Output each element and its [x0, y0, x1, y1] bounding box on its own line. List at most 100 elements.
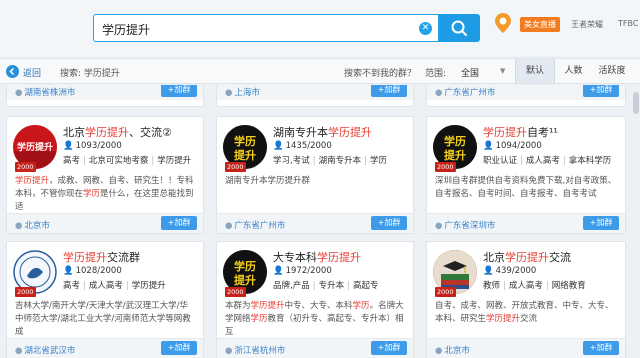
results-grid: ● 湖南省株洲市 +加群 ● 上海市 +加群 ● 广东省广州市 +加群 学历提升 20… — [0, 85, 640, 358]
back-button[interactable]: 返回 — [23, 66, 41, 79]
avatar-count: 2000 — [225, 287, 246, 297]
card-footer: ● 上海市 +加群 — [217, 85, 413, 100]
card-footer: ● 北京市 +加群 — [7, 213, 203, 233]
location: ● 广东省广州市 — [435, 86, 495, 98]
tab-activity[interactable]: 活跃度 — [592, 59, 632, 83]
group-title[interactable]: 北京学历提升、交流② — [63, 124, 172, 140]
group-description: 吉林大学/南开大学/天津大学/武汉理工大学/华中师范大学/湖北工业大学/河南师范… — [15, 301, 191, 337]
tag: 教师 — [483, 281, 501, 291]
pin-icon: ● — [435, 221, 443, 231]
svg-text:学历: 学历 — [234, 134, 256, 148]
avatar-count: 2000 — [435, 287, 456, 297]
tag: 职业认证 — [483, 156, 518, 166]
join-button[interactable]: +加群 — [583, 216, 619, 230]
group-title[interactable]: 北京学历提升交流 — [483, 249, 571, 265]
location: ● 浙江省杭州市 — [225, 344, 285, 356]
tag: 学历 — [369, 156, 387, 166]
location-pin-icon[interactable] — [494, 12, 512, 34]
search-query[interactable]: 学历提升 — [102, 21, 150, 38]
tag: 高考 — [63, 281, 81, 291]
tag: 成人高考 — [88, 281, 123, 291]
person-icon: 👤 — [63, 266, 74, 276]
back-icon[interactable] — [6, 65, 19, 78]
group-card[interactable]: 2000 北京学历提升交流 👤 439/2000 教师 | 成人高考 | 网络教育 自考、… — [426, 241, 626, 358]
location: ● 湖南省株洲市 — [15, 86, 75, 98]
user-extra[interactable]: TFBC — [618, 19, 638, 28]
group-description: 学历提升，成教、网教、自考、研究生！！专科本科，不管你现在学历是什么，在这里总能… — [15, 176, 194, 212]
search-input[interactable]: 学历提升 ✕ — [93, 14, 439, 42]
tag: 拿本科学历 — [568, 156, 612, 166]
location: ● 湖北省武汉市 — [15, 344, 75, 356]
group-card[interactable]: ● 湖南省株洲市 +加群 — [6, 85, 204, 107]
join-button[interactable]: +加群 — [371, 85, 407, 97]
group-description: 自考、成考、网教、开放式教育、中专、大专、本科、研究生学历提升交流 — [435, 301, 614, 324]
group-title[interactable]: 大专本科学历提升 — [273, 249, 361, 265]
tag: 高考 — [63, 156, 81, 166]
tag-list: 高考 | 成人高考 | 学历提升 — [63, 281, 166, 291]
tag-list: 教师 | 成人高考 | 网络教育 — [483, 281, 586, 291]
location-text: 浙江省杭州市 — [234, 346, 286, 356]
group-title[interactable]: 学历提升自考¹¹ — [483, 124, 558, 140]
group-title[interactable]: 学历提升交流群 — [63, 249, 140, 265]
group-title[interactable]: 湖南专升本学历提升 — [273, 124, 372, 140]
top-bar: 学历提升 ✕ 美女直播 王者荣耀 TFBC — [0, 0, 640, 56]
card-footer: ● 湖南省株洲市 +加群 — [7, 85, 203, 100]
tag: 湖南专升本 — [318, 156, 362, 166]
pin-icon: ● — [225, 221, 233, 231]
group-card[interactable]: 学历 提升 2000 学历提升自考¹¹ 👤 1094/2000 职业认证 | 成人高考 |… — [426, 116, 626, 234]
join-button[interactable]: +加群 — [161, 85, 197, 97]
pin-icon: ● — [225, 346, 233, 356]
group-card[interactable]: 学历 提升 2000 大专本科学历提升 👤 1972/2000 品牌,产品 | 专升本 |… — [216, 241, 414, 358]
scrollbar-track[interactable] — [632, 85, 640, 358]
search-button[interactable] — [439, 14, 480, 42]
tag: 成人高考 — [508, 281, 543, 291]
group-card[interactable]: ● 广东省广州市 +加群 — [426, 85, 626, 107]
location: ● 北京市 — [15, 219, 50, 231]
group-card[interactable]: 学历 提升 2000 湖南专升本学历提升 👤 1435/2000 学习,考试 | 湖南专… — [216, 116, 414, 234]
chevron-down-icon[interactable]: ▼ — [500, 67, 505, 75]
group-card[interactable]: 学历提升 2000 北京学历提升、交流② 👤 1093/2000 高考 | 北京可实地… — [6, 116, 204, 234]
tag: 学历提升 — [131, 281, 166, 291]
member-count: 👤 1028/2000 — [63, 266, 122, 276]
group-card[interactable]: 2000 学历提升交流群 👤 1028/2000 高考 | 成人高考 | 学历提升 吉林大… — [6, 241, 204, 358]
tab-members[interactable]: 人数 — [555, 59, 592, 83]
location-text: 北京市 — [24, 221, 50, 231]
person-icon: 👤 — [63, 141, 74, 151]
tag: 高起专 — [352, 281, 379, 291]
card-footer: ● 广东省深圳市 +加群 — [427, 213, 625, 233]
group-description: 本群为学历提升中专、大专、本科学历。名牌大学网络学历教育（初升专、高起专、专升本… — [225, 301, 404, 337]
scrollbar-thumb[interactable] — [633, 92, 639, 114]
svg-text:提升: 提升 — [444, 148, 466, 162]
pin-icon: ● — [15, 221, 23, 231]
join-button[interactable]: +加群 — [161, 216, 197, 230]
range-select[interactable]: 全国 — [461, 66, 479, 79]
location: ● 广东省深圳市 — [435, 219, 495, 231]
card-footer: ● 湖北省武汉市 +加群 — [7, 338, 203, 358]
location-text: 广东省深圳市 — [444, 221, 496, 231]
location: ● 上海市 — [225, 86, 260, 98]
tag: 网络教育 — [551, 281, 586, 291]
tag: 学历提升 — [157, 156, 192, 166]
range-label: 范围: — [425, 69, 447, 79]
card-footer: ● 广东省广州市 +加群 — [217, 213, 413, 233]
live-badge[interactable]: 美女直播 — [520, 17, 560, 32]
join-button[interactable]: +加群 — [583, 85, 619, 97]
join-button[interactable]: +加群 — [371, 216, 407, 230]
clear-icon[interactable]: ✕ — [419, 22, 432, 35]
join-button[interactable]: +加群 — [371, 341, 407, 355]
pin-icon: ● — [435, 88, 443, 98]
tab-default[interactable]: 默认 — [515, 59, 555, 83]
group-card[interactable]: ● 上海市 +加群 — [216, 85, 414, 107]
join-button[interactable]: +加群 — [583, 341, 619, 355]
card-footer: ● 北京市 +加群 — [427, 338, 625, 358]
user-name[interactable]: 王者荣耀 — [571, 19, 603, 30]
join-button[interactable]: +加群 — [161, 341, 197, 355]
location-text: 上海市 — [234, 88, 260, 98]
tag-list: 职业认证 | 成人高考 | 拿本科学历 — [483, 156, 612, 166]
avatar-count: 2000 — [435, 162, 456, 172]
group-description: 深圳自考群提供自考资料免费下载,对自考政策、自考报名、自考时间、自考报考、自考考… — [435, 176, 617, 199]
avatar-count: 2000 — [15, 162, 36, 172]
person-icon: 👤 — [483, 141, 494, 151]
tag: 专升本 — [318, 281, 345, 291]
not-found-link[interactable]: 搜索不到我的群？ — [344, 66, 416, 79]
